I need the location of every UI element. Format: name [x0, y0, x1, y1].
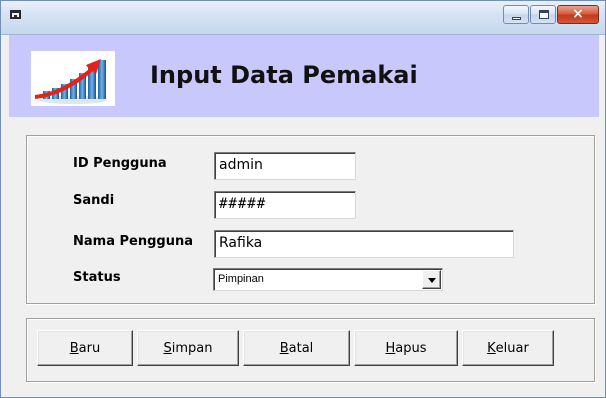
sandi-input[interactable]: ##### [214, 191, 356, 219]
window-controls: × [502, 5, 599, 25]
id-pengguna-input[interactable]: admin [214, 152, 356, 180]
simpan-button-label: impan [171, 340, 213, 356]
baru-button-label: aru [78, 340, 101, 356]
simpan-button[interactable]: Simpan [137, 330, 239, 366]
growth-chart-icon [31, 51, 115, 106]
close-button[interactable]: × [557, 5, 599, 24]
keluar-button-accelerator: K [487, 340, 496, 356]
batal-button-accelerator: B [279, 340, 289, 356]
nama-pengguna-label: Nama Pengguna [73, 234, 193, 249]
page-title: Input Data Pemakai [150, 61, 418, 89]
hapus-button-label: apus [395, 340, 427, 356]
maximize-button[interactable] [530, 5, 556, 24]
baru-button-accelerator: B [69, 340, 79, 356]
batal-button-label: atal [288, 340, 314, 356]
keluar-button[interactable]: Keluar [462, 330, 554, 366]
form-icon[interactable] [10, 10, 21, 19]
button-frame: Baru Simpan Batal Hapus Keluar [26, 318, 595, 382]
hapus-button-accelerator: H [385, 340, 396, 356]
simpan-button-accelerator: S [163, 340, 172, 356]
maximize-icon [539, 10, 549, 19]
header-banner: Input Data Pemakai [9, 35, 599, 117]
nama-pengguna-input[interactable]: Rafika [214, 230, 514, 258]
app-window: × Input Data Pemakai ID Pengguna admin S… [0, 0, 606, 398]
chevron-down-icon[interactable] [422, 270, 441, 289]
hapus-button[interactable]: Hapus [354, 330, 458, 366]
batal-button[interactable]: Batal [243, 330, 350, 366]
minimize-icon [512, 17, 521, 20]
id-pengguna-label: ID Pengguna [73, 156, 167, 171]
form-frame: ID Pengguna admin Sandi ##### Nama Pengg… [26, 135, 595, 304]
status-selected-value: Pimpinan [218, 273, 264, 285]
sandi-label: Sandi [73, 193, 115, 208]
status-dropdown[interactable]: Pimpinan [213, 268, 443, 291]
close-icon: × [572, 6, 584, 22]
keluar-button-label: eluar [495, 340, 529, 356]
status-label: Status [73, 270, 121, 285]
title-bar[interactable]: × [1, 1, 605, 35]
minimize-button[interactable] [503, 5, 529, 24]
baru-button[interactable]: Baru [37, 330, 133, 366]
